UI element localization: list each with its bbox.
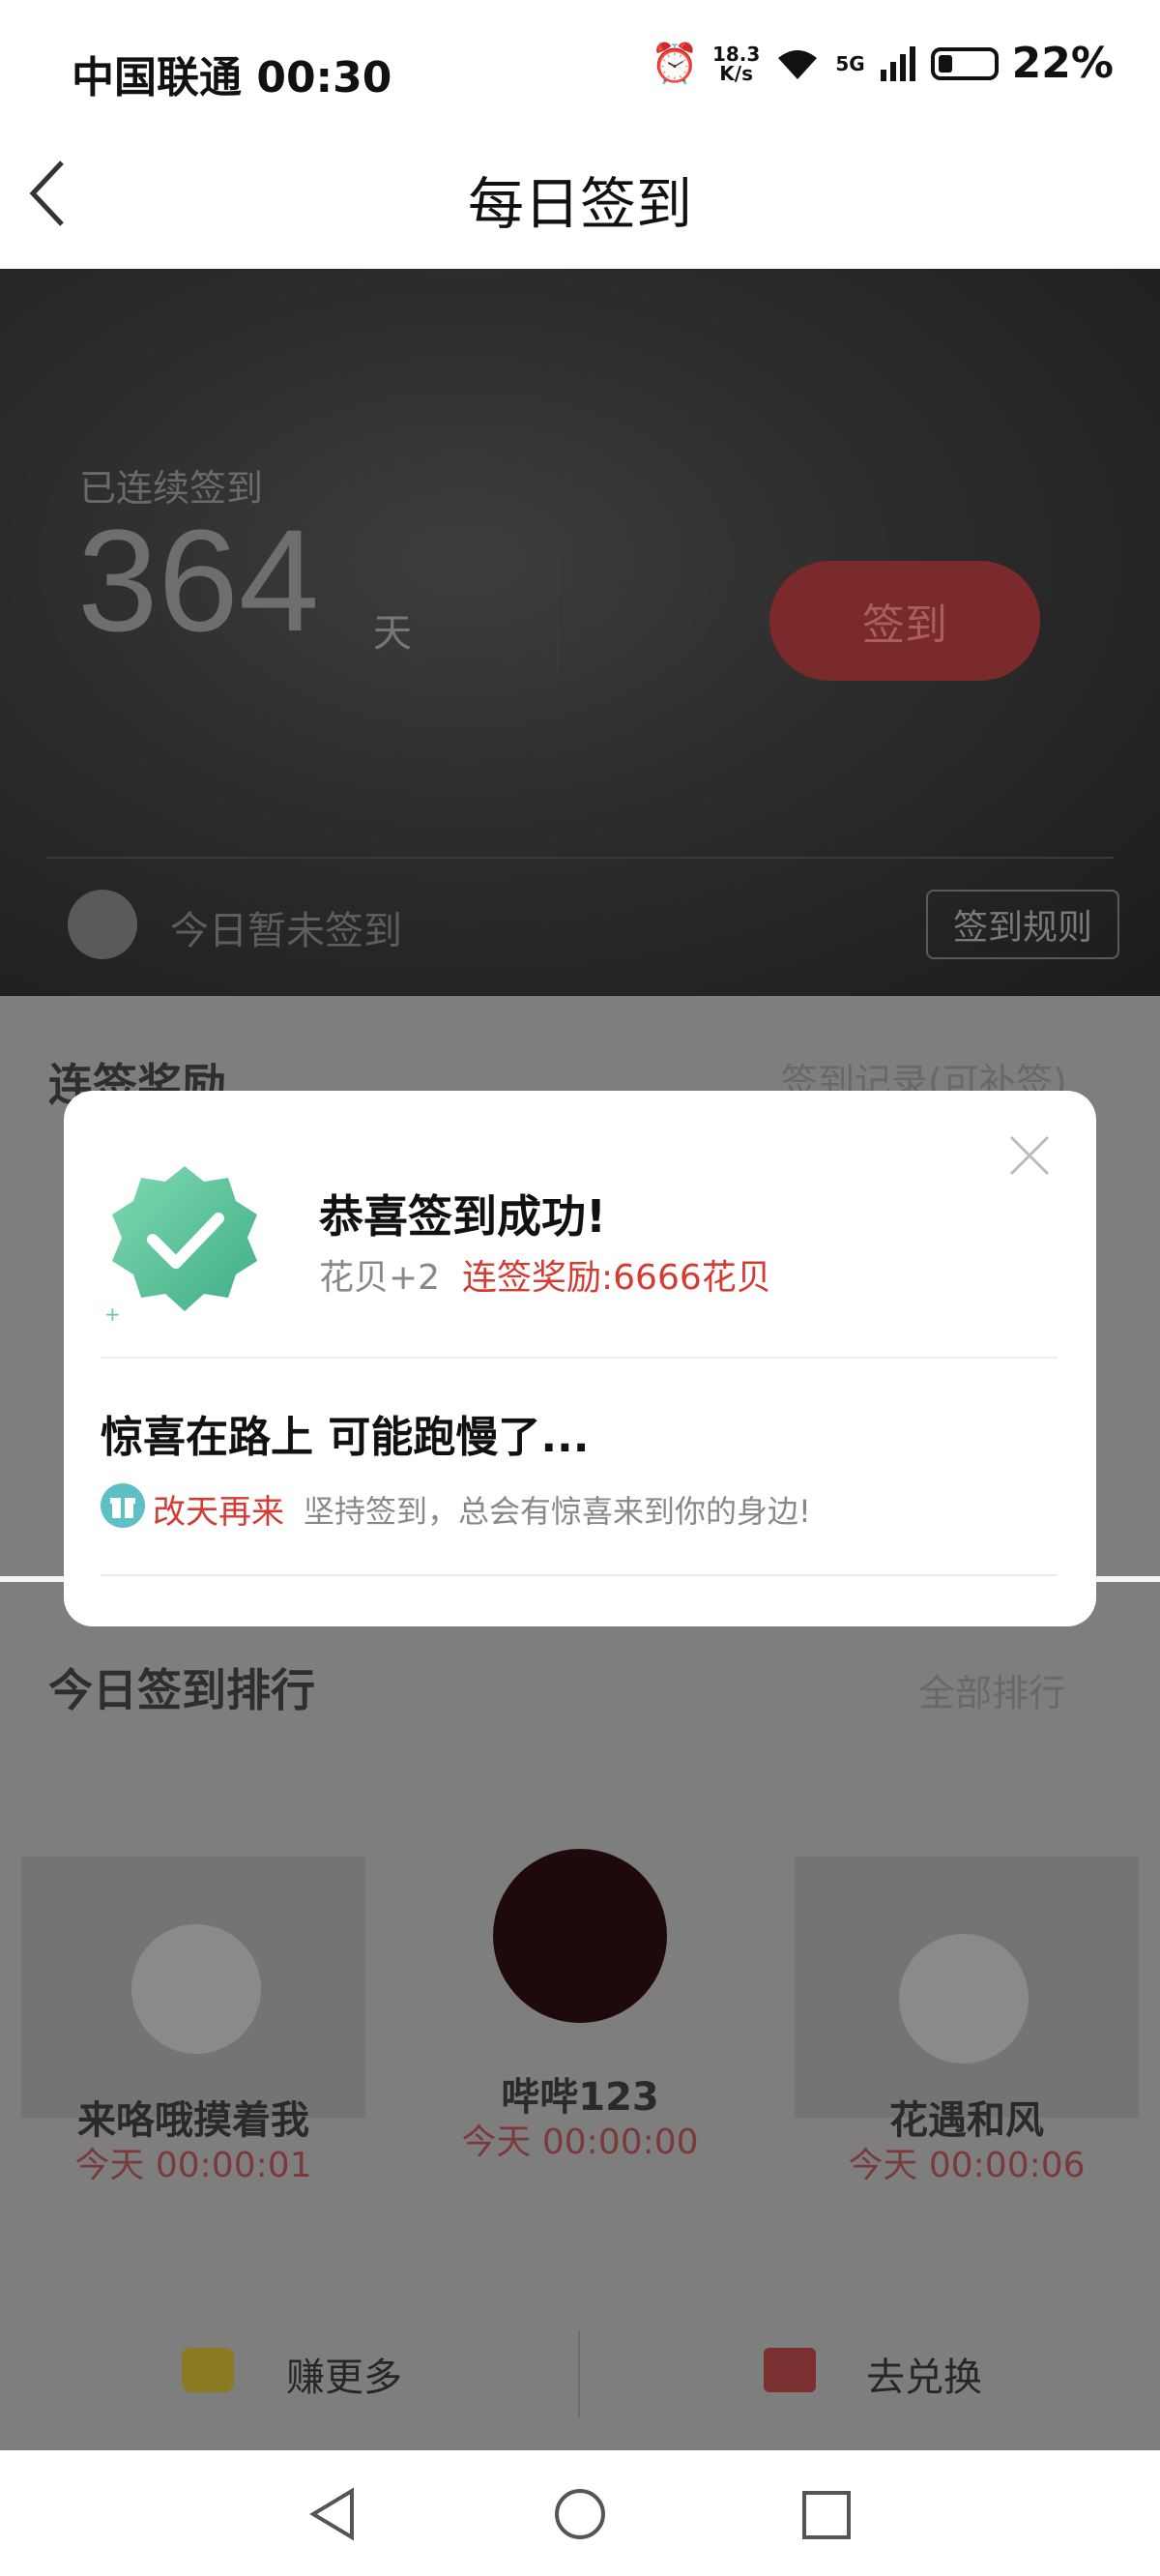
battery-level: 22% xyxy=(1011,39,1114,88)
rank-time: 今天 00:00:01 xyxy=(74,2146,312,2185)
rank-card[interactable]: 花遇和风 今天 00:00:06 xyxy=(795,1857,1139,2185)
surprise-title: 惊喜在路上 可能跑慢了... xyxy=(101,1413,590,1462)
clock: 00:30 xyxy=(256,53,392,102)
streak-unit: 天 xyxy=(373,611,412,656)
checkin-button[interactable]: 签到 xyxy=(769,561,1040,681)
streak-bonus: 连签奖励:6666花贝 xyxy=(462,1258,771,1298)
avatar xyxy=(899,1934,1029,2064)
svg-text:+: + xyxy=(104,1303,121,1321)
action-divider xyxy=(578,2330,580,2417)
section-title: 今日签到排行 xyxy=(48,1664,315,1716)
rank-card[interactable]: 来咯哦摸着我 今天 00:00:01 xyxy=(21,1857,365,2185)
avatar xyxy=(493,1849,667,2023)
speed-unit: K/s xyxy=(719,61,753,85)
signal-icon xyxy=(880,45,915,81)
all-ranking-link[interactable]: 全部排行 xyxy=(918,1663,1065,1716)
gift-box-icon xyxy=(764,2348,816,2392)
carrier-name: 中国联通 xyxy=(72,53,242,102)
hero-divider xyxy=(557,551,559,677)
status-icons: ⏰ 18.3 K/s 5G 22% xyxy=(651,39,1114,88)
nav-home-icon[interactable] xyxy=(553,2487,607,2541)
close-icon[interactable] xyxy=(1005,1131,1054,1180)
streak-days: 364 xyxy=(77,499,320,661)
back-button[interactable] xyxy=(23,155,81,232)
rank-card[interactable]: 哔哔123 今天 00:00:00 xyxy=(418,1818,742,2162)
network-speed: 18.3 K/s xyxy=(712,44,760,83)
reward-points: 花贝+2 xyxy=(319,1258,441,1298)
status-carrier-time: 中国联通 00:30 xyxy=(72,43,392,104)
wifi-icon xyxy=(778,49,818,79)
hero-separator xyxy=(46,857,1114,859)
battery-icon xyxy=(930,46,999,80)
dialog-divider xyxy=(101,1574,1058,1576)
dialog-divider xyxy=(101,1357,1058,1359)
earn-more-button[interactable]: 赚更多 xyxy=(286,2346,402,2402)
today-status: 今日暂未签到 xyxy=(170,909,402,953)
exchange-button[interactable]: 去兑换 xyxy=(866,2346,982,2402)
page-title: 每日签到 xyxy=(467,171,692,237)
speed-value: 18.3 xyxy=(711,42,761,66)
rules-button[interactable]: 签到规则 xyxy=(926,890,1119,959)
success-badge-icon: + xyxy=(104,1166,257,1321)
bottom-actions xyxy=(0,2301,1160,2446)
hint-text: 坚持签到，总会有惊喜来到你的身边! xyxy=(304,1493,811,1530)
dialog-title: 恭喜签到成功! xyxy=(319,1190,606,1243)
nav-recents-icon[interactable] xyxy=(800,2489,853,2541)
alarm-icon: ⏰ xyxy=(651,42,699,86)
rank-time: 今天 00:00:00 xyxy=(461,2122,699,2162)
coins-icon xyxy=(182,2348,234,2392)
network-type: 5G xyxy=(835,51,865,75)
nav-back-icon[interactable] xyxy=(305,2485,360,2543)
comeback-label: 改天再来 xyxy=(153,1493,284,1532)
avatar xyxy=(68,890,137,959)
rank-time: 今天 00:00:06 xyxy=(848,2146,1086,2185)
avatar xyxy=(131,1924,261,2054)
gift-icon xyxy=(101,1483,145,1528)
